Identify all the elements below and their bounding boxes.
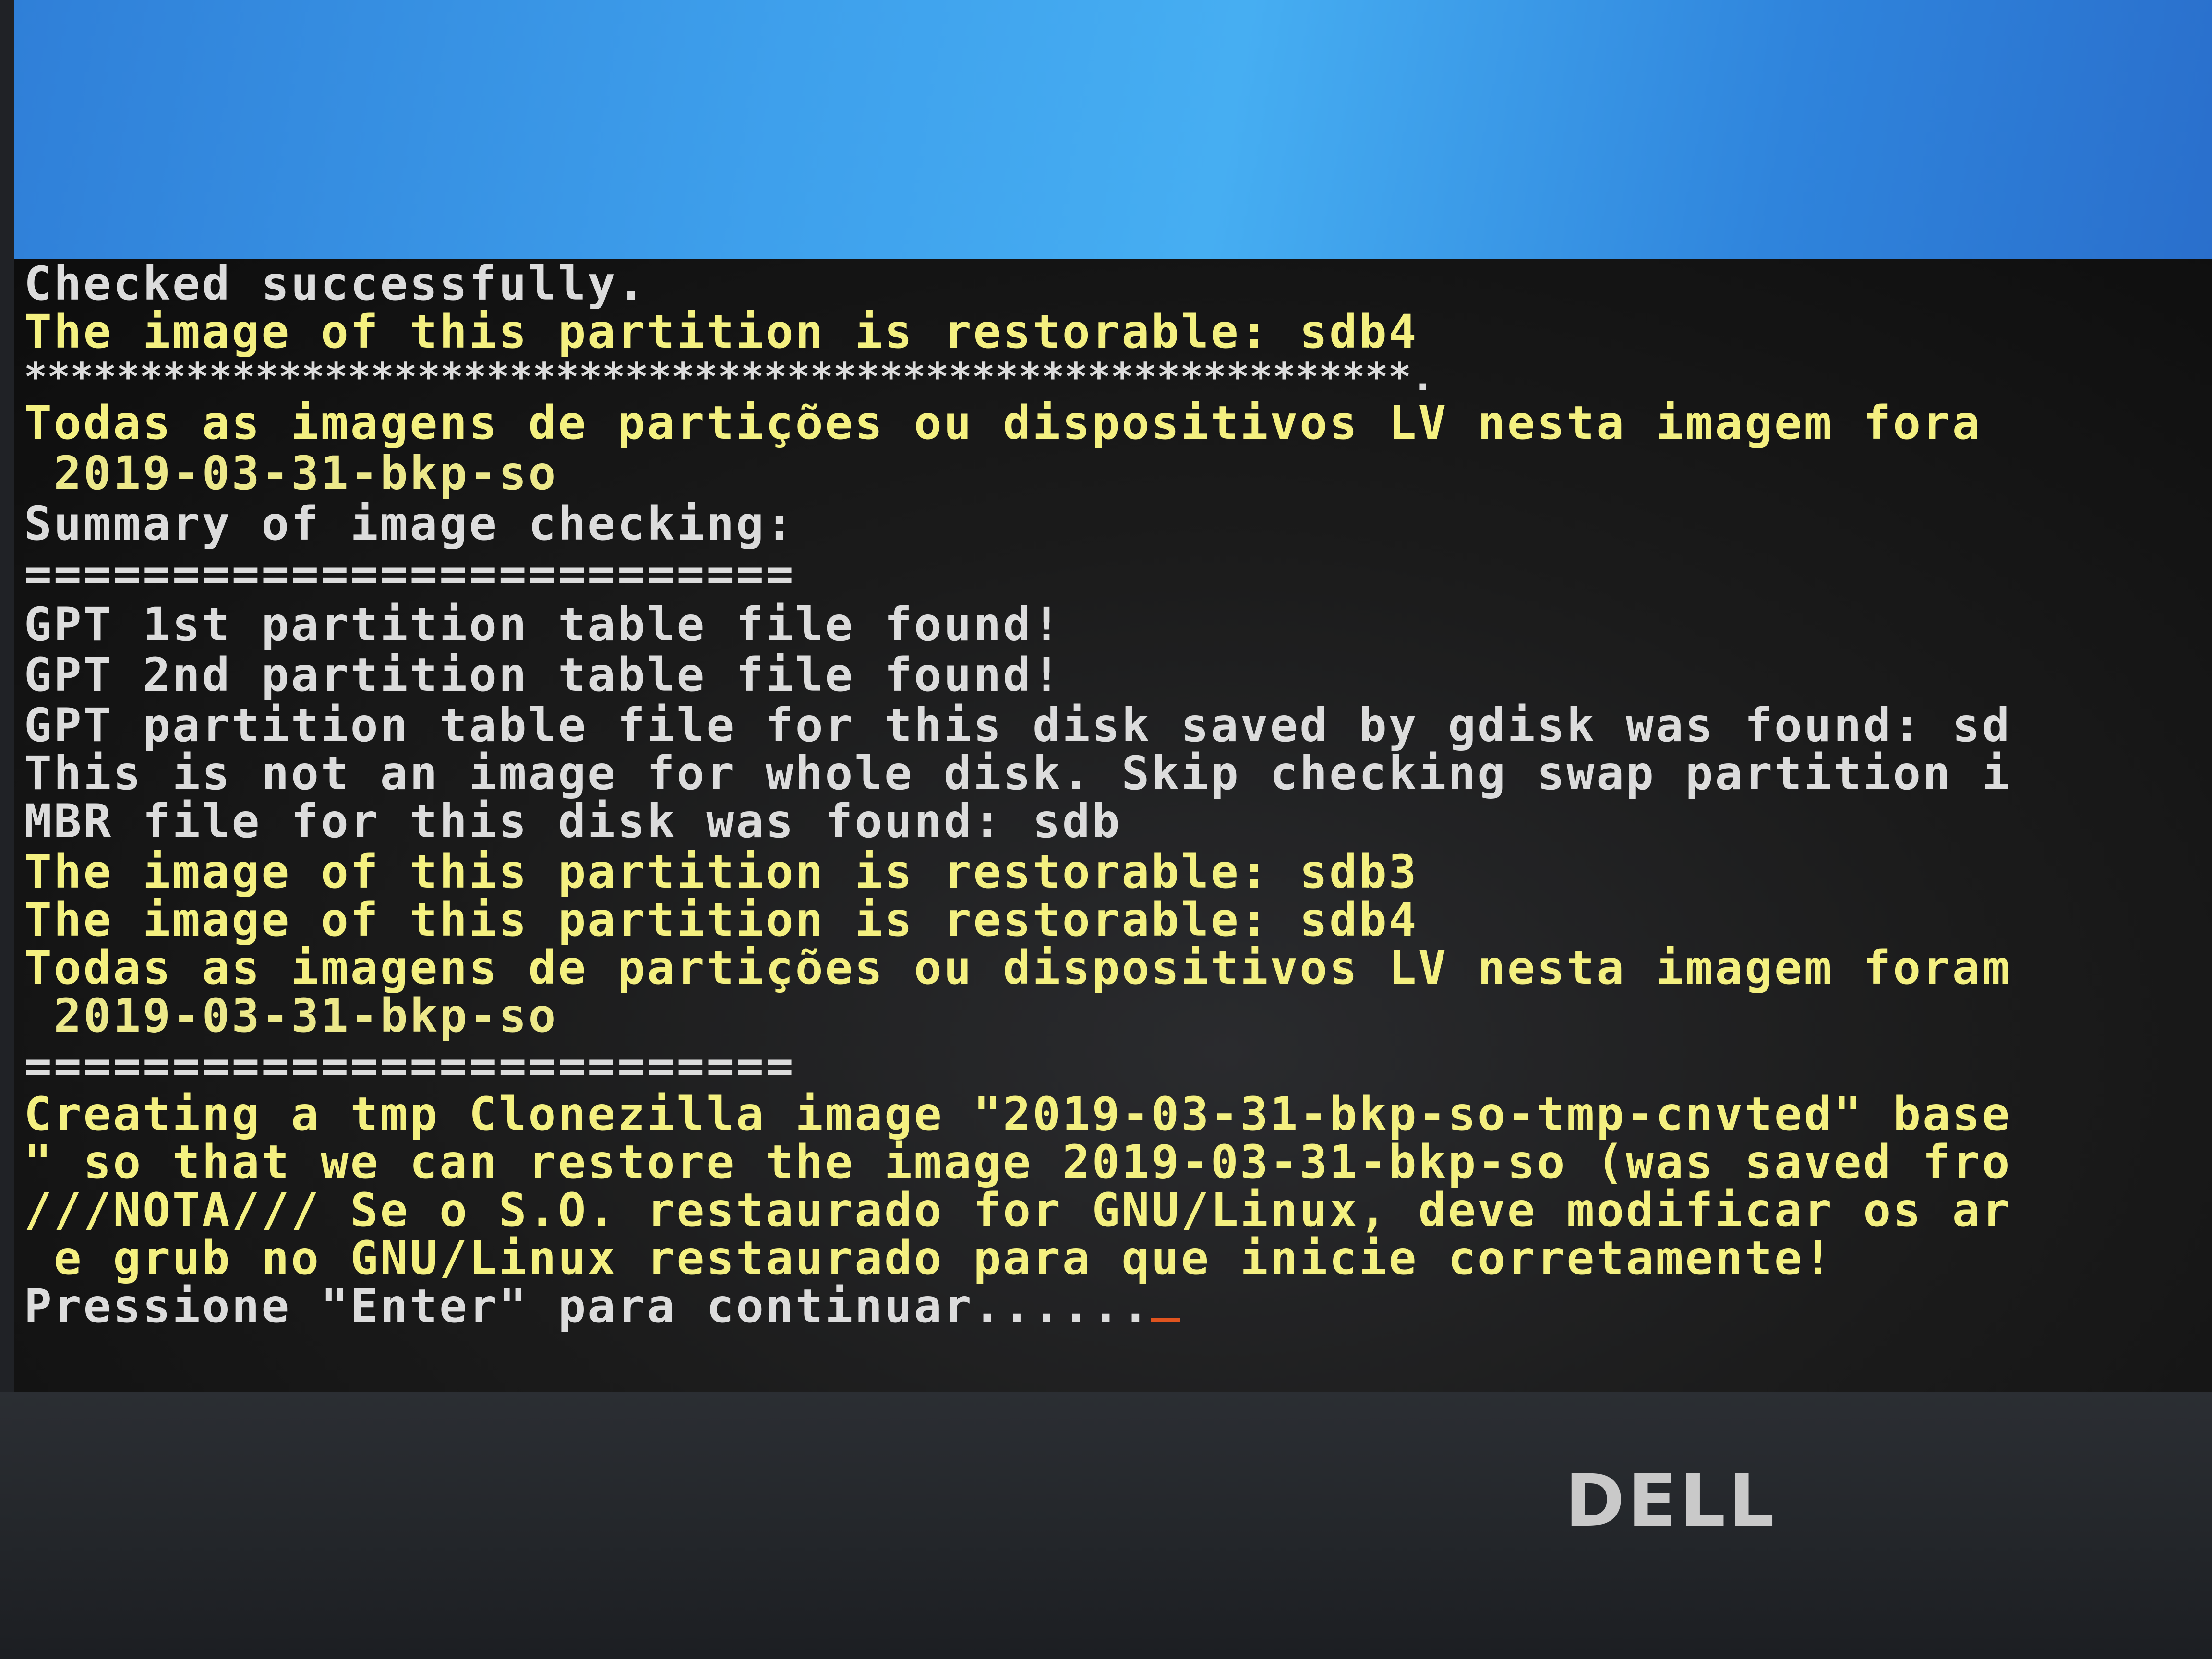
terminal-separator: ========================== xyxy=(24,1039,795,1093)
cursor-icon xyxy=(1151,1318,1180,1322)
terminal-line: " so that we can restore the image 2019-… xyxy=(24,1135,2012,1189)
terminal-prompt[interactable]: Pressione "Enter" para continuar...... xyxy=(24,1282,1180,1331)
terminal-line: GPT partition table file for this disk s… xyxy=(24,698,2012,752)
dell-logo: DELL xyxy=(1565,1459,1778,1543)
terminal-line: ///NOTA/// Se o S.O. restaurado for GNU/… xyxy=(24,1183,2012,1237)
laptop-photo: Checked successfully. The image of this … xyxy=(0,0,2212,1659)
terminal-line: e grub no GNU/Linux restaurado para que … xyxy=(24,1231,1834,1285)
desktop-background xyxy=(14,0,2212,269)
terminal-line: This is not an image for whole disk. Ski… xyxy=(24,746,2012,800)
terminal-line: Summary of image checking: xyxy=(24,497,795,551)
terminal-separator: ****************************************… xyxy=(24,355,1435,399)
terminal-line: Todas as imagens de partições ou disposi… xyxy=(24,941,2012,995)
terminal-line: Todas as imagens de partições ou disposi… xyxy=(24,396,1982,450)
terminal-separator: ========================== xyxy=(24,547,795,601)
laptop-bezel xyxy=(0,1392,2212,1659)
terminal-line: 2019-03-31-bkp-so xyxy=(24,446,558,500)
terminal-line: The image of this partition is restorabl… xyxy=(24,845,1419,899)
laptop-screen: Checked successfully. The image of this … xyxy=(14,0,2212,1392)
terminal-line: Checked successfully. xyxy=(24,257,647,311)
terminal-line: Creating a tmp Clonezilla image "2019-03… xyxy=(24,1087,2012,1141)
terminal-window[interactable]: Checked successfully. The image of this … xyxy=(14,259,2212,1392)
terminal-line: The image of this partition is restorabl… xyxy=(24,893,1419,947)
terminal-line: GPT 2nd partition table file found! xyxy=(24,648,1062,702)
terminal-line: The image of this partition is restorabl… xyxy=(24,305,1419,359)
terminal-line: 2019-03-31-bkp-so xyxy=(24,989,558,1043)
terminal-line: MBR file for this disk was found: sdb xyxy=(24,794,1122,848)
prompt-text: Pressione "Enter" para continuar...... xyxy=(24,1279,1152,1333)
terminal-line: GPT 1st partition table file found! xyxy=(24,598,1062,651)
